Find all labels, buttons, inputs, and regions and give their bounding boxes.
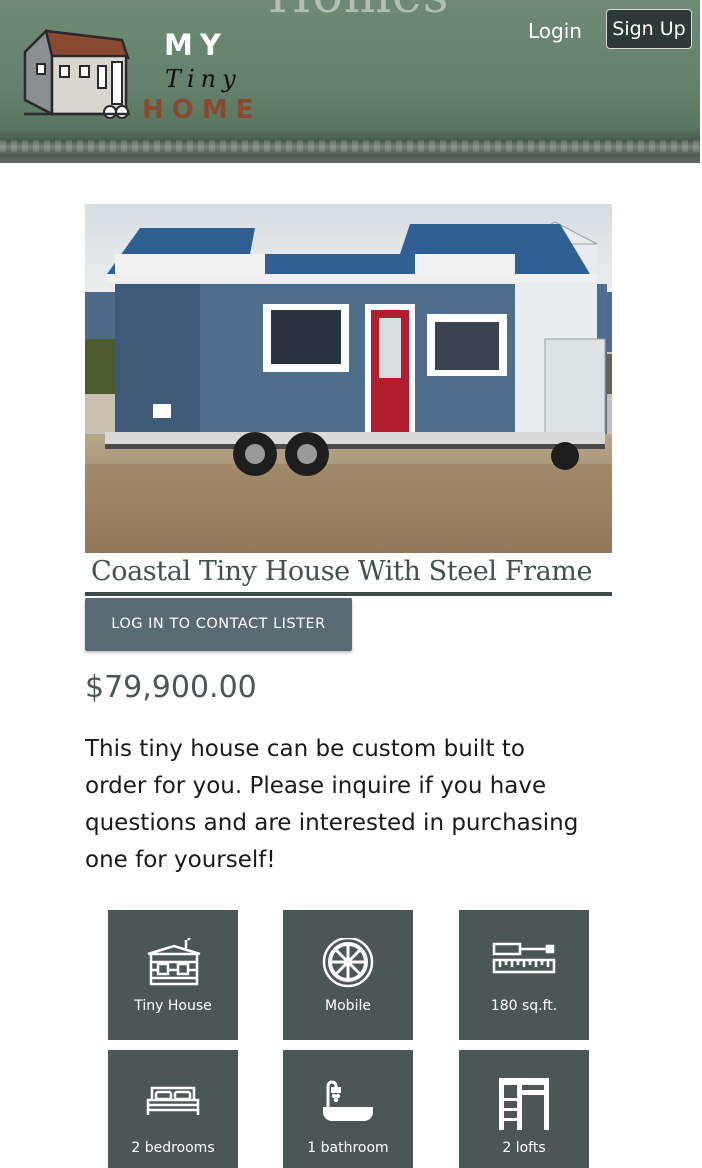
listing-description: This tiny house can be custom built to o… [85,736,579,873]
listing-price: $79,900.00 [85,670,257,705]
feature-tile-mobility: Mobile [283,910,413,1040]
listing-photo [85,204,612,553]
feature-tile-bedrooms: 2 bedrooms [108,1050,238,1168]
wheel-icon [322,938,374,988]
logo-text-my: MY [164,28,228,62]
feature-label: 2 lofts [502,1140,546,1156]
logo-text-home: HOME [142,95,262,125]
bathtub-icon [323,1080,373,1121]
feature-tile-lofts: 2 lofts [459,1050,589,1168]
feature-label: 180 sq.ft. [490,998,558,1014]
feature-label: 2 bedrooms [131,1140,215,1156]
feature-label: Mobile [325,998,371,1014]
contact-lister-button[interactable]: LOG IN TO CONTACT LISTER [85,598,352,651]
feature-tile-area: 180 sq.ft. [459,910,589,1040]
bed-icon [146,1086,200,1115]
header-background-title: Homes [268,0,449,24]
listing-title: Coastal Tiny House With Steel Frame [91,556,593,587]
measuring-tape-icon [492,942,556,974]
feature-label: Tiny House [134,998,212,1014]
loft-ladder-icon [499,1078,549,1130]
feature-tile-type: Tiny House [108,910,238,1040]
feature-tile-bathrooms: 1 bathroom [283,1050,413,1168]
signup-button[interactable]: Sign Up [606,9,692,49]
tiny-house-photo [85,204,612,553]
tiny-house-icon [147,938,201,986]
site-logo[interactable]: MY Tiny HOME [22,28,254,128]
tiny-house-logo-icon [23,28,130,119]
logo-text-tiny: Tiny [165,65,242,93]
listing-page: Homes MY Tiny [0,0,702,1168]
login-link[interactable]: Login [528,19,582,43]
title-divider [85,592,612,596]
site-header: Homes MY Tiny [0,0,700,163]
feature-label: 1 bathroom [307,1140,389,1156]
